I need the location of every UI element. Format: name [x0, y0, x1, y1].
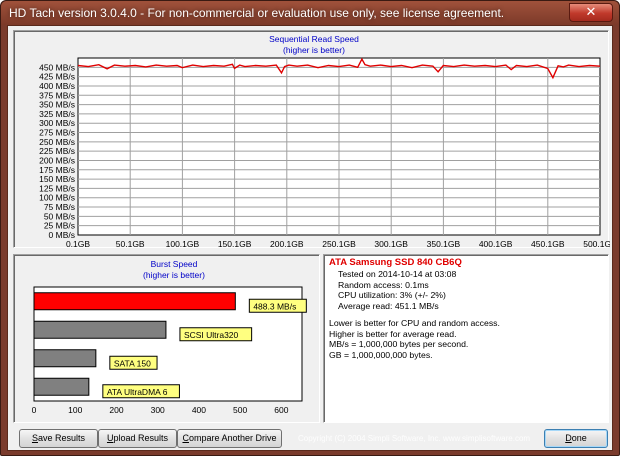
burst-bar-label: SCSI Ultra320	[184, 330, 239, 340]
burst-bar	[33, 292, 236, 311]
cpu-utilization: CPU utilization: 3% (+/- 2%)	[338, 290, 446, 300]
upload-label: pload Results	[113, 433, 169, 443]
note-mbs-definition: MB/s = 1,000,000 bytes per second.	[329, 339, 469, 349]
y-tick-label: 50 MB/s	[44, 211, 75, 221]
y-tick-label: 175 MB/s	[39, 165, 75, 175]
note-lower-better: Lower is better for CPU and random acces…	[329, 318, 500, 328]
y-tick-label: 75 MB/s	[44, 202, 75, 212]
done-label: one	[571, 433, 587, 443]
x-tick-label: 100.1GB	[166, 239, 200, 249]
burst-bar	[33, 320, 167, 339]
results-info-panel: ATA Samsung SSD 840 CB6Q Tested on 2014-…	[323, 254, 609, 423]
close-icon: ✕	[585, 5, 597, 20]
y-tick-label: 425 MB/s	[39, 72, 75, 82]
y-tick-label: 250 MB/s	[39, 137, 75, 147]
burst-x-tick-label: 200	[109, 405, 123, 415]
burst-x-tick-label: 300	[151, 405, 165, 415]
burst-bar-label: 488.3 MB/s	[253, 301, 296, 311]
burst-bar-label: ATA UltraDMA 6	[107, 387, 168, 397]
random-access: Random access: 0.1ms	[338, 279, 429, 290]
y-tick-label: 25 MB/s	[44, 221, 75, 231]
burst-x-tick-label: 500	[233, 405, 247, 415]
save-results-button[interactable]: Save Results	[19, 429, 98, 448]
x-tick-label: 250.1GB	[322, 239, 356, 249]
compare-label: ompare Another Drive	[188, 433, 277, 443]
x-tick-label: 0.1GB	[66, 239, 90, 249]
burst-x-tick-label: 400	[192, 405, 206, 415]
y-tick-label: 100 MB/s	[39, 193, 75, 203]
burst-bar	[33, 377, 90, 396]
x-tick-label: 350.1GB	[427, 239, 461, 249]
sequential-read-panel: Sequential Read Speed (higher is better)…	[13, 30, 610, 249]
x-tick-label: 150.1GB	[218, 239, 252, 249]
x-tick-label: 300.1GB	[374, 239, 408, 249]
save-label: ave Results	[37, 433, 86, 443]
done-button[interactable]: Done	[544, 429, 608, 448]
y-tick-label: 400 MB/s	[39, 81, 75, 91]
note-higher-better: Higher is better for average read.	[329, 328, 457, 339]
x-tick-label: 50.1GB	[116, 239, 145, 249]
client-area: Sequential Read Speed (higher is better)…	[7, 25, 613, 451]
sequential-read-chart: 0.1GB 50.1GB 100.1GB 150.1GB 200.1GB 250.1GB 3…	[39, 57, 610, 249]
burst-x-tick-label: 600	[274, 405, 288, 415]
compare-another-drive-button[interactable]: Compare Another Drive	[177, 429, 282, 448]
burst-x-tick-label: 0	[32, 405, 37, 415]
x-tick-label: 500.1GB	[583, 239, 610, 249]
burst-bar-label: SATA 150	[114, 358, 151, 368]
y-tick-label: 300 MB/s	[39, 118, 75, 128]
y-tick-label: 350 MB/s	[39, 100, 75, 110]
y-tick-label: 0 MB/s	[49, 230, 75, 240]
copyright-text: Copyright (C) 2004 Simpli Software, Inc.…	[298, 434, 531, 443]
drive-name: ATA Samsung SSD 840 CB6Q	[329, 257, 462, 268]
average-read: Average read: 451.1 MB/s	[338, 300, 439, 311]
upload-results-button[interactable]: Upload Results	[98, 429, 177, 448]
y-tick-label: 225 MB/s	[39, 146, 75, 156]
window-title: HD Tach version 3.0.4.0 - For non-commer…	[9, 6, 505, 20]
burst-x-tick-label: 100	[68, 405, 82, 415]
burst-bar	[33, 349, 97, 368]
y-tick-label: 200 MB/s	[39, 155, 75, 165]
x-tick-label: 400.1GB	[479, 239, 513, 249]
y-tick-label: 150 MB/s	[39, 174, 75, 184]
y-tick-label: 275 MB/s	[39, 128, 75, 138]
x-tick-label: 450.1GB	[531, 239, 565, 249]
title-bar[interactable]: HD Tach version 3.0.4.0 - For non-commer…	[1, 1, 619, 25]
y-tick-label: 450 MB/s	[39, 62, 75, 72]
tested-date: Tested on 2014-10-14 at 03:08	[338, 269, 457, 279]
y-tick-label: 375 MB/s	[39, 90, 75, 100]
burst-speed-panel: Burst Speed (higher is better) 0 100 200 30…	[13, 254, 320, 423]
close-button[interactable]: ✕	[569, 3, 613, 22]
burst-speed-chart: 0 100 200 300 400 500 600 488.3 MB/s SCSI Ultra3…	[32, 286, 307, 415]
hd-tach-window: HD Tach version 3.0.4.0 - For non-commer…	[0, 0, 620, 456]
x-tick-label: 200.1GB	[270, 239, 304, 249]
note-gb-definition: GB = 1,000,000,000 bytes.	[329, 349, 433, 360]
y-tick-label: 125 MB/s	[39, 183, 75, 193]
y-tick-label: 325 MB/s	[39, 109, 75, 119]
